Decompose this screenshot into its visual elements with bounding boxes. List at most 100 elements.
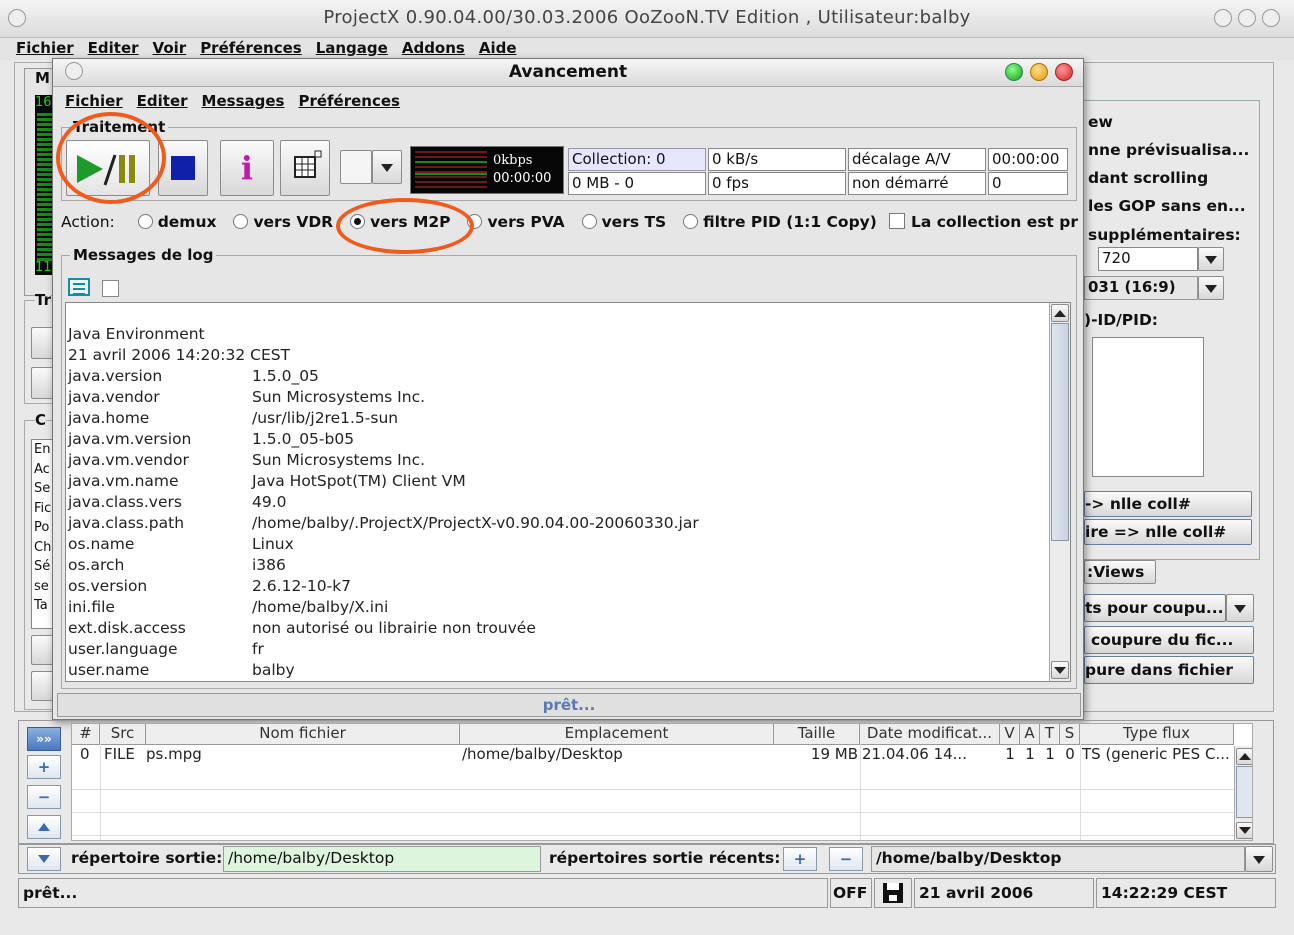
expand-icon[interactable]: »» xyxy=(27,727,61,751)
chevron-down-icon[interactable] xyxy=(372,150,402,184)
menu-editer[interactable]: Editer xyxy=(88,39,139,57)
log-key: java.class.vers xyxy=(68,493,182,511)
recent-dirs-combo[interactable]: /home/balby/Desktop xyxy=(871,846,1245,872)
col-header[interactable]: Type flux xyxy=(1080,724,1234,744)
right-peek-line-4[interactable]: les GOP sans en... xyxy=(1088,197,1246,215)
dialog-menu-fichier[interactable]: Fichier xyxy=(65,92,123,110)
main-menubar: Fichier Editer Voir Préférences Langage Addon… xyxy=(0,38,1294,60)
menu-voir[interactable]: Voir xyxy=(153,39,187,57)
log-key: java.class.path xyxy=(68,514,185,532)
cut-file-button[interactable]: coupure du fic... xyxy=(1084,626,1254,654)
menu-preferences[interactable]: Préférences xyxy=(200,39,302,57)
cut-in-file-button[interactable]: pure dans fichier xyxy=(1084,656,1254,684)
scroll-up-button[interactable] xyxy=(1051,304,1069,322)
log-value: Sun Microsystems Inc. xyxy=(252,451,426,469)
col-header[interactable]: A xyxy=(1020,724,1040,744)
output-dir-field[interactable]: /home/balby/Desktop xyxy=(223,846,541,872)
radio-pva[interactable]: vers PVA xyxy=(467,213,565,231)
decalage-value: 00:00:00 xyxy=(988,148,1068,171)
move-down-icon[interactable] xyxy=(27,847,61,871)
right-peek-line-1: ew xyxy=(1088,113,1113,131)
log-view-icon[interactable] xyxy=(68,278,90,296)
add-dir-icon[interactable]: + xyxy=(783,847,817,871)
checkbox-icon[interactable] xyxy=(889,213,905,229)
menu-aide[interactable]: Aide xyxy=(479,39,517,57)
new-collection-button[interactable]: -> nlle coll# xyxy=(1084,491,1252,517)
menu-langage[interactable]: Langage xyxy=(316,39,388,57)
dialog-maximize-button[interactable] xyxy=(1030,63,1048,81)
log-textarea[interactable]: Java Environment 21 avril 2006 14:20:32 C… xyxy=(65,302,1071,682)
collection-checkbox[interactable]: La collection est pri xyxy=(889,213,1079,231)
dialog-minimize-button[interactable] xyxy=(1005,63,1023,81)
log-line: java.version 1.5.0_05 xyxy=(66,367,1070,388)
close-button[interactable] xyxy=(1262,9,1280,27)
right-peek-panel: ew nne prévisualisa... dant scrolling le… xyxy=(1084,100,1260,560)
col-header[interactable]: T xyxy=(1040,724,1060,744)
right-peek-combo-2[interactable]: 031 (16:9) xyxy=(1084,276,1198,300)
dialog-status: prêt... xyxy=(57,693,1081,717)
menu-fichier[interactable]: Fichier xyxy=(16,39,74,57)
radio-pid-filter[interactable]: filtre PID (1:1 Copy) xyxy=(683,213,877,231)
kbs-field: 0 kB/s xyxy=(708,148,846,171)
col-header[interactable]: Taille xyxy=(774,724,860,744)
cell-s: 0 xyxy=(1065,745,1075,763)
dialog-close-button[interactable] xyxy=(1055,63,1073,81)
remove-file-icon[interactable]: − xyxy=(27,785,61,809)
recent-dirs-label: répertoires sortie récents: xyxy=(549,849,781,867)
log-value: 49.0 xyxy=(252,493,287,511)
add-file-icon[interactable]: + xyxy=(27,755,61,779)
collection-field: Collection: 0 xyxy=(568,148,706,171)
move-up-icon[interactable] xyxy=(27,815,61,839)
grid-button[interactable] xyxy=(280,140,330,196)
radio-vdr[interactable]: vers VDR xyxy=(233,213,333,231)
log-checkbox[interactable] xyxy=(102,280,119,297)
scroll-down-button[interactable] xyxy=(1051,661,1069,679)
log-line: user.name balby xyxy=(66,661,1070,681)
menu-addons[interactable]: Addons xyxy=(402,39,465,57)
table-scrollbar[interactable] xyxy=(1234,746,1252,840)
table-row[interactable]: 0 FILE ps.mpg /home/balby/Desktop 19 MB … xyxy=(72,745,1234,767)
scroll-down-button[interactable] xyxy=(1236,822,1252,839)
scroll-thumb[interactable] xyxy=(1236,766,1252,818)
log-value: Linux xyxy=(252,535,294,553)
col-header[interactable]: Date modificat... xyxy=(860,724,1000,744)
log-scrollbar[interactable] xyxy=(1049,303,1070,681)
radio-demux[interactable]: demux xyxy=(137,213,217,231)
views-button[interactable]: :Views xyxy=(1084,560,1156,584)
right-peek-line-3[interactable]: dant scrolling xyxy=(1088,169,1208,187)
cell-a: 1 xyxy=(1025,745,1035,763)
col-header[interactable]: Nom fichier xyxy=(146,724,460,744)
chevron-down-icon[interactable] xyxy=(1198,276,1224,300)
output-dir-label: répertoire sortie: xyxy=(71,849,223,867)
radio-ts[interactable]: vers TS xyxy=(581,213,666,231)
col-header[interactable]: V xyxy=(1000,724,1020,744)
stop-button[interactable] xyxy=(158,140,208,196)
col-header[interactable]: Src xyxy=(100,724,146,744)
right-peek-line-2[interactable]: nne prévisualisa... xyxy=(1088,141,1249,159)
mode-combo[interactable] xyxy=(340,150,402,184)
col-header[interactable]: S xyxy=(1060,724,1080,744)
remove-dir-icon[interactable]: − xyxy=(829,847,863,871)
chevron-down-icon[interactable] xyxy=(1245,846,1273,872)
dialog-menu-preferences[interactable]: Préférences xyxy=(298,92,400,110)
col-header[interactable]: Emplacement xyxy=(460,724,774,744)
traitement-section: Traitement i 0kbps 00:00:00 Collection: … xyxy=(61,118,1077,201)
mode-combo-value xyxy=(340,150,372,184)
chevron-down-icon[interactable] xyxy=(1198,247,1224,271)
dialog-menu-messages[interactable]: Messages xyxy=(202,92,285,110)
scroll-thumb[interactable] xyxy=(1051,323,1069,541)
scroll-up-button[interactable] xyxy=(1236,748,1252,765)
output-row: répertoire sortie: /home/balby/Desktop r… xyxy=(18,844,1276,874)
col-header[interactable]: # xyxy=(72,724,100,744)
minimize-button[interactable] xyxy=(1214,9,1232,27)
maximize-button[interactable] xyxy=(1238,9,1256,27)
dialog-menu-editer[interactable]: Editer xyxy=(137,92,188,110)
info-button[interactable]: i xyxy=(220,140,274,196)
log-line: os.name Linux xyxy=(66,535,1070,556)
log-value: 2.6.12-10-k7 xyxy=(252,577,352,595)
cut-points-combo[interactable]: ts pour coupu... xyxy=(1084,594,1226,622)
pid-list[interactable] xyxy=(1092,337,1204,477)
new-collection-button-2[interactable]: ire => nlle coll# xyxy=(1084,519,1252,545)
chevron-down-icon[interactable] xyxy=(1226,594,1254,622)
right-peek-combo-1[interactable]: 720 xyxy=(1098,247,1198,271)
